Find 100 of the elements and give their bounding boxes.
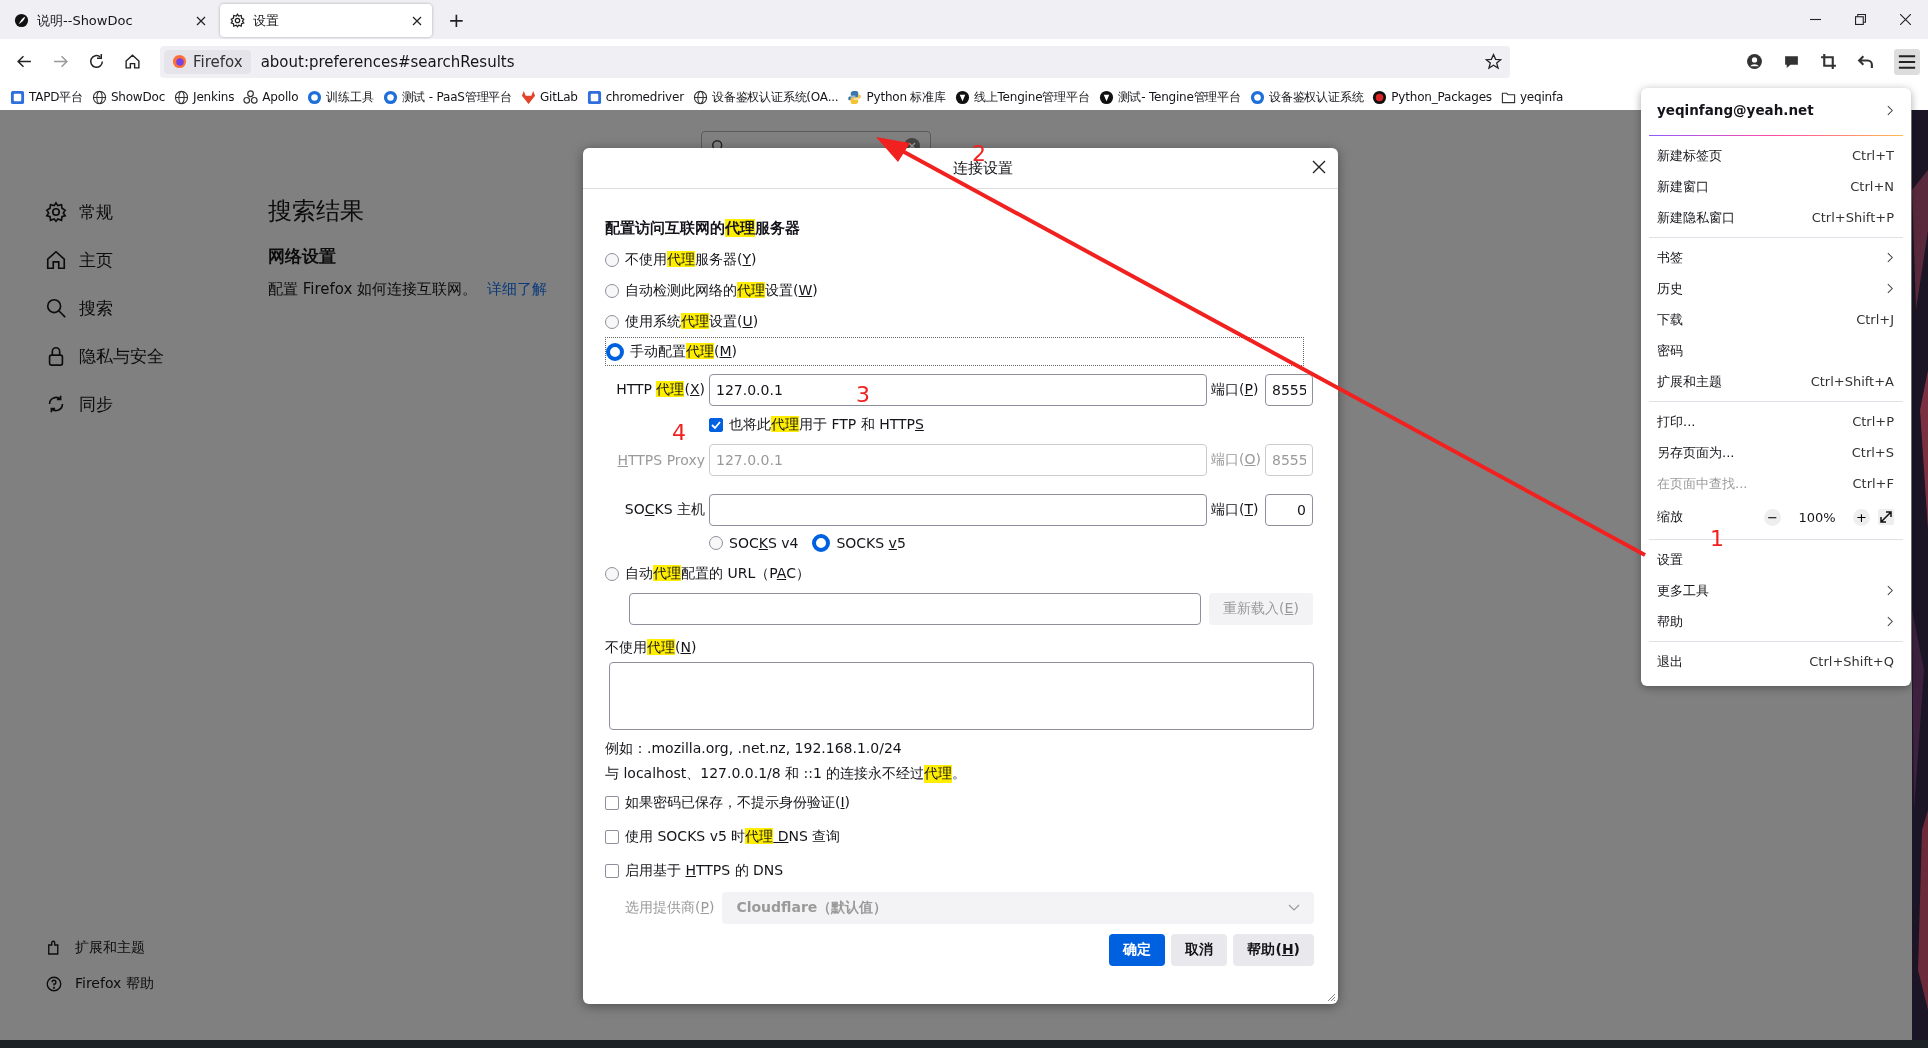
- category-item[interactable]: 同步: [79, 392, 113, 416]
- section-heading: 配置访问互联网的代理服务器: [605, 219, 801, 238]
- menu-item[interactable]: 新建窗口 Ctrl+N: [1649, 171, 1903, 202]
- footer-link[interactable]: 扩展和主题: [75, 939, 145, 958]
- bookmark-item[interactable]: 设备鉴权认证系统(OA...: [711, 88, 839, 106]
- menu-item[interactable]: 新建标签页 Ctrl+T: [1649, 140, 1903, 171]
- browser-tab[interactable]: 说明--ShowDoc: [4, 4, 216, 38]
- bookmark-item[interactable]: yeqinfa: [1519, 90, 1564, 105]
- close-icon[interactable]: [196, 15, 206, 26]
- chevron-down-icon: [1288, 904, 1300, 912]
- checkbox-label[interactable]: 如果密码已保存，不提示身份验证(I): [625, 794, 851, 812]
- field-label: HTTP 代理(X): [615, 381, 705, 399]
- new-tab-button[interactable]: +: [442, 7, 471, 34]
- bookmark-item[interactable]: Jenkins: [193, 90, 235, 105]
- restore-icon[interactable]: [1855, 14, 1866, 26]
- checkbox[interactable]: [605, 830, 619, 844]
- radio-label[interactable]: 手动配置代理(M): [630, 342, 738, 361]
- gear-icon: [45, 201, 67, 224]
- close-icon[interactable]: [1900, 14, 1911, 26]
- undo-icon[interactable]: [1857, 53, 1874, 71]
- menu-item[interactable]: 帮助: [1649, 606, 1903, 637]
- zoom-in-button[interactable]: +: [1853, 508, 1870, 526]
- bookmark-item[interactable]: GitLab: [539, 90, 578, 105]
- category-item[interactable]: 隐私与安全: [79, 344, 164, 368]
- checkbox[interactable]: [709, 418, 723, 432]
- radio-label[interactable]: 自动检测此网络的代理设置(W): [625, 281, 818, 300]
- category-item[interactable]: 主页: [79, 248, 113, 272]
- crop-icon[interactable]: [1820, 53, 1837, 71]
- page-heading: 搜索结果: [268, 196, 364, 228]
- menu-icon[interactable]: [1894, 48, 1920, 75]
- url-field[interactable]: [629, 593, 1201, 625]
- category-item[interactable]: 搜索: [79, 296, 113, 320]
- bookmark-item[interactable]: Python_Packages: [1391, 90, 1492, 105]
- dialog-button[interactable]: 取消: [1171, 934, 1228, 966]
- home-icon: [45, 249, 67, 272]
- port-field[interactable]: 8555: [1265, 374, 1313, 406]
- radio-button[interactable]: [606, 342, 624, 361]
- bookmark-item[interactable]: Apollo: [262, 90, 299, 105]
- radio-button[interactable]: [605, 283, 619, 298]
- port-field[interactable]: 0: [1265, 494, 1313, 526]
- star-icon[interactable]: [1485, 53, 1502, 71]
- radio-label[interactable]: 不使用代理服务器(Y): [625, 250, 757, 269]
- bookmark-item[interactable]: 线上Tengine管理平台: [973, 88, 1090, 106]
- menu-item[interactable]: 新建隐私窗口 Ctrl+Shift+P: [1649, 202, 1903, 233]
- close-icon[interactable]: [1312, 160, 1326, 174]
- radio-button[interactable]: [605, 252, 619, 267]
- radio-label[interactable]: SOCKS v4: [729, 535, 799, 551]
- feather-icon: [14, 13, 29, 29]
- bookmark-item[interactable]: 训练工具: [326, 88, 374, 106]
- tree-icon: [243, 89, 259, 105]
- dialog-button[interactable]: 帮助(H): [1233, 934, 1314, 966]
- field-label: 选用提供商(P): [625, 899, 715, 917]
- radio-button[interactable]: [709, 536, 723, 550]
- field-label: 不使用代理(N): [605, 639, 698, 657]
- checkbox[interactable]: [605, 796, 619, 810]
- confirm-button[interactable]: 确定: [1109, 934, 1166, 966]
- footer-link[interactable]: Firefox 帮助: [75, 975, 154, 994]
- category-item[interactable]: 常规: [79, 200, 113, 224]
- radio-button[interactable]: [605, 566, 619, 581]
- bookmark-item[interactable]: chromedriver: [605, 90, 684, 105]
- identity-badge[interactable]: Firefox: [164, 49, 251, 74]
- gear-icon: [230, 13, 245, 29]
- menu-item[interactable]: 打印... Ctrl+P: [1649, 406, 1903, 437]
- radio-button[interactable]: [812, 534, 831, 552]
- menu-item[interactable]: 下载 Ctrl+J: [1649, 304, 1903, 335]
- close-icon[interactable]: [412, 15, 422, 26]
- text-area[interactable]: [609, 662, 1314, 730]
- bookmark-item[interactable]: 设备鉴权认证系统: [1268, 88, 1364, 106]
- radio-label[interactable]: SOCKS v5: [836, 535, 906, 551]
- bookmark-item[interactable]: TAPD平台: [29, 88, 83, 106]
- radio-label[interactable]: 使用系统代理设置(U): [625, 312, 759, 331]
- browser-tab[interactable]: 设置: [220, 4, 432, 38]
- radio-label[interactable]: 自动代理配置的 URL（PAC）: [625, 564, 810, 583]
- menu-item[interactable]: 扩展和主题 Ctrl+Shift+A: [1649, 366, 1903, 397]
- expand-icon[interactable]: [1878, 509, 1894, 525]
- bookmark-item[interactable]: 测试 - PaaS管理平台: [401, 88, 512, 106]
- menu-item[interactable]: 另存页面为... Ctrl+S: [1649, 437, 1903, 468]
- checkbox-label[interactable]: 也将此代理用于 FTP 和 HTTPS: [729, 416, 924, 434]
- account-icon[interactable]: [1746, 53, 1763, 71]
- menu-item[interactable]: 密码: [1649, 335, 1903, 366]
- menu-item[interactable]: 退出 Ctrl+Shift+Q: [1649, 646, 1903, 677]
- checkbox[interactable]: [605, 864, 619, 878]
- zoom-out-button[interactable]: −: [1764, 508, 1781, 526]
- app-icon: [586, 89, 602, 105]
- reload-icon[interactable]: [88, 53, 105, 71]
- checkbox-label[interactable]: 启用基于 HTTPS 的 DNS: [625, 862, 784, 880]
- zoom-level[interactable]: 100%: [1789, 509, 1845, 525]
- address-bar[interactable]: Firefox about:preferences#searchResults: [160, 45, 1510, 78]
- menu-item[interactable]: 书签: [1649, 242, 1903, 273]
- bookmark-item[interactable]: ShowDoc: [110, 90, 166, 105]
- bookmark-item[interactable]: Python 标准库: [866, 88, 946, 106]
- account-item[interactable]: yeqinfang@yeah.net: [1649, 88, 1903, 132]
- resize-grip-icon[interactable]: [1326, 992, 1336, 1002]
- menu-item[interactable]: 更多工具: [1649, 575, 1903, 606]
- text-field[interactable]: [709, 494, 1208, 526]
- home-icon[interactable]: [124, 53, 141, 71]
- menu-item[interactable]: 历史: [1649, 273, 1903, 304]
- hint-text: 例如：.mozilla.org, .net.nz, 192.168.1.0/24: [605, 738, 903, 758]
- radio-button[interactable]: [605, 314, 619, 329]
- bookmark-item[interactable]: 测试- Tengine管理平台: [1117, 88, 1241, 106]
